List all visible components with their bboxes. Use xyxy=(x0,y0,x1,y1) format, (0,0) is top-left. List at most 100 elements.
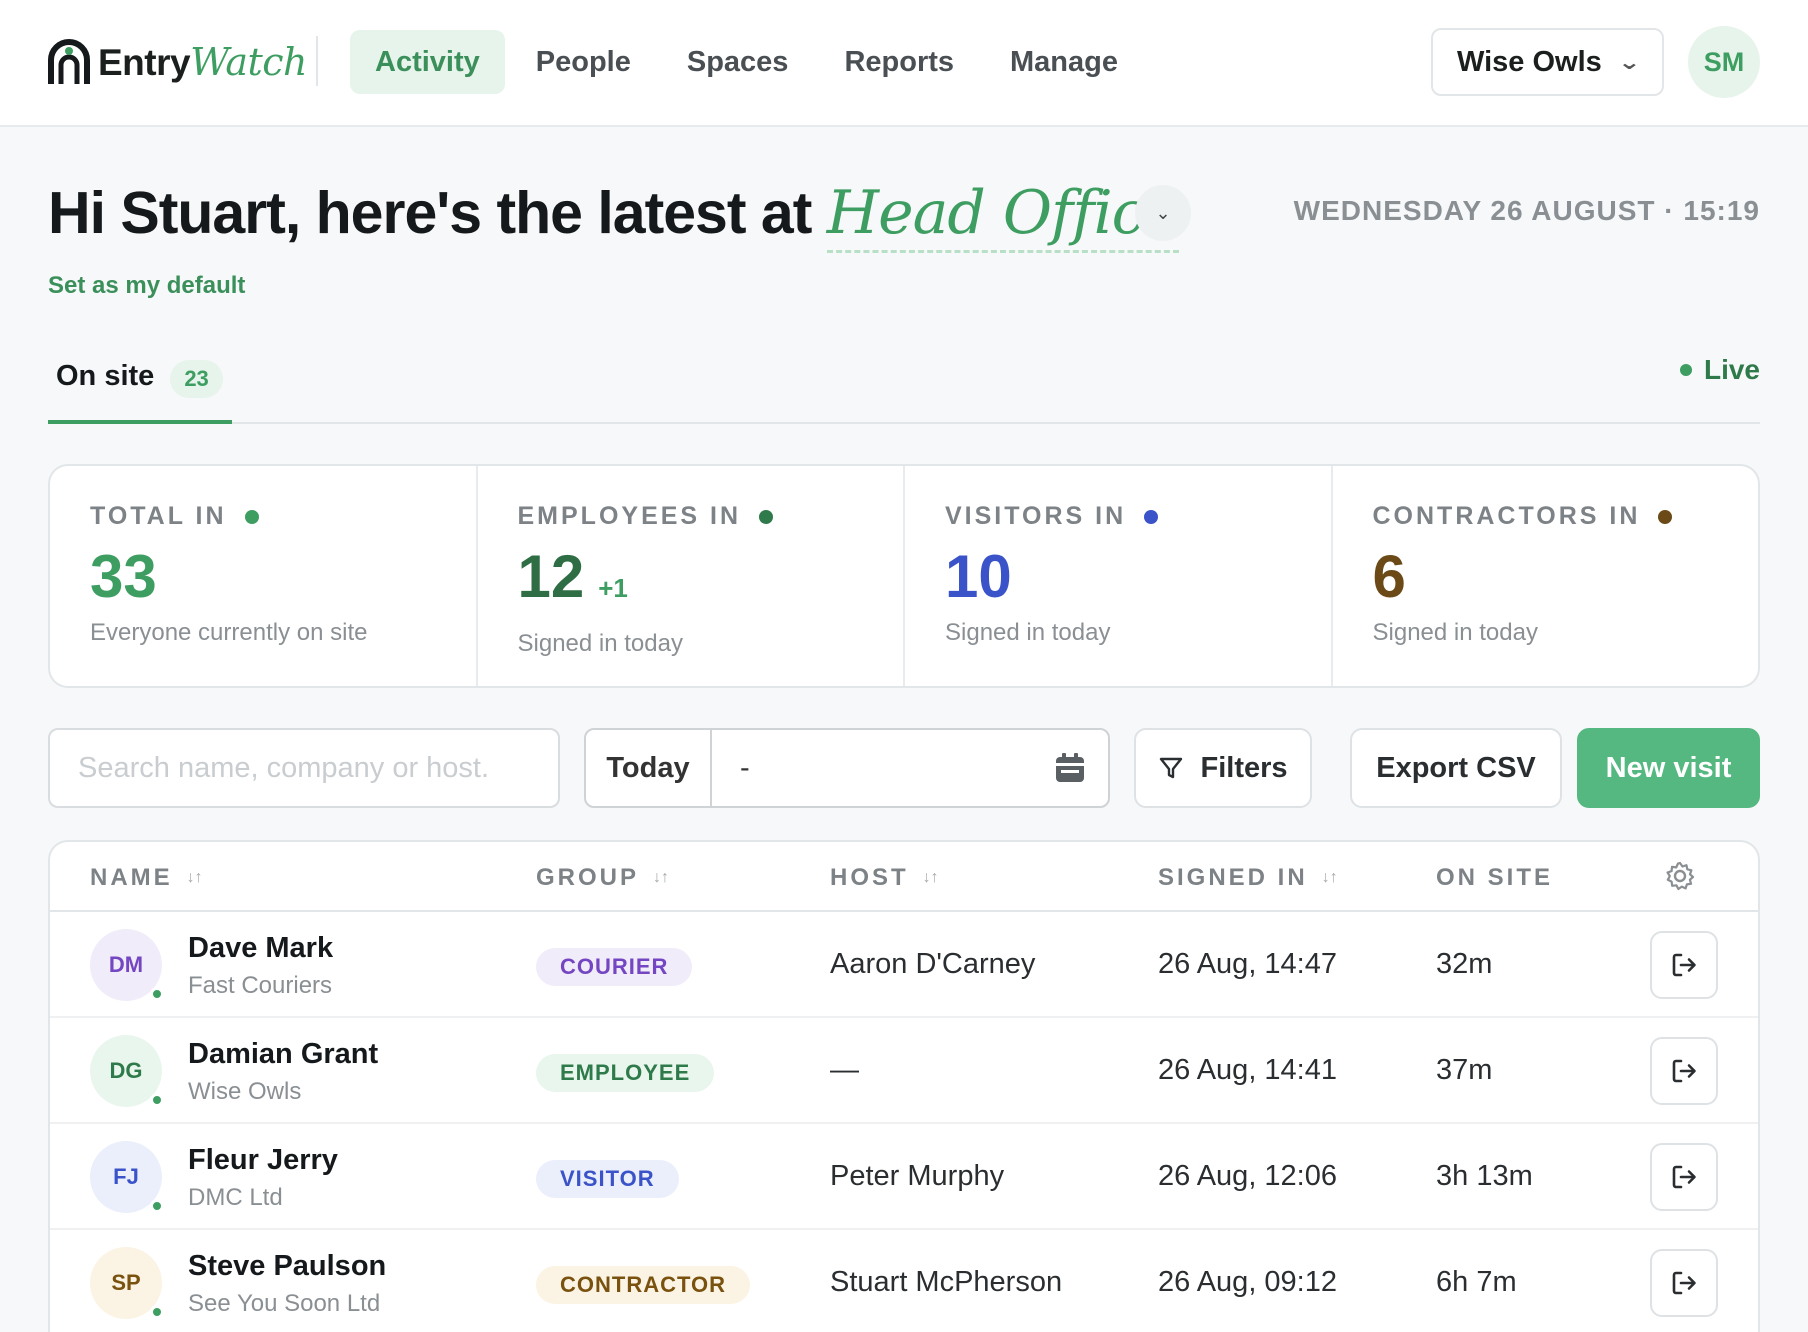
stat-caption: Signed in today xyxy=(1372,619,1538,646)
stat-caption: Everyone currently on site xyxy=(90,619,368,646)
stat-number: 12 xyxy=(517,543,585,610)
filters-button[interactable]: Filters xyxy=(1134,728,1312,808)
sign-out-button[interactable] xyxy=(1650,931,1718,999)
sort-icon: ↓↑ xyxy=(922,869,939,886)
person-company: DMC Ltd xyxy=(188,1184,283,1211)
column-header-on-site: ON SITE xyxy=(1436,864,1553,892)
view-tabs: On site 23 Live xyxy=(48,352,1760,424)
nav-item-manage[interactable]: Manage xyxy=(985,30,1143,94)
sign-out-icon xyxy=(1672,1271,1696,1295)
sign-out-button[interactable] xyxy=(1650,1143,1718,1211)
stat-caption: Signed in today xyxy=(517,630,683,657)
chevron-down-icon: ⌄ xyxy=(1617,51,1642,74)
person-name[interactable]: Damian Grant xyxy=(188,1038,378,1071)
table-body: DM Dave Mark Fast Couriers COURIER Aaron… xyxy=(50,912,1758,1332)
search-input[interactable] xyxy=(48,728,560,808)
signed-in-time: 26 Aug, 14:47 xyxy=(1158,948,1337,980)
host-name: — xyxy=(830,1054,859,1086)
column-header-name[interactable]: NAME ↓↑ xyxy=(90,864,203,892)
sort-icon: ↓↑ xyxy=(186,869,203,886)
chevron-down-icon: ⌄ xyxy=(1155,202,1171,223)
nav-item-activity[interactable]: Activity xyxy=(350,30,505,94)
column-header-host[interactable]: HOST ↓↑ xyxy=(830,864,939,892)
organization-select-value: Wise Owls xyxy=(1457,45,1602,78)
status-dot-icon xyxy=(244,509,259,524)
person-company: Wise Owls xyxy=(188,1078,302,1105)
nav-item-people[interactable]: People xyxy=(511,30,656,94)
column-header-label: GROUP xyxy=(536,864,640,891)
sign-out-icon xyxy=(1672,953,1696,977)
online-status-icon xyxy=(150,987,164,1001)
host-name: Peter Murphy xyxy=(830,1160,1005,1192)
table-row[interactable]: DG Damian Grant Wise Owls EMPLOYEE — 26 … xyxy=(50,1018,1758,1124)
sign-out-icon xyxy=(1672,1165,1696,1189)
stat-number: 33 xyxy=(90,543,157,610)
stat-value: 12 +1 xyxy=(518,545,864,620)
column-header-group[interactable]: GROUP ↓↑ xyxy=(536,864,669,892)
on-site-duration: 3h 13m xyxy=(1436,1160,1533,1192)
online-status-icon xyxy=(150,1093,164,1107)
online-status-icon xyxy=(150,1199,164,1213)
stat-label-text: CONTRACTORS IN xyxy=(1372,502,1641,530)
calendar-icon xyxy=(1056,753,1084,782)
group-badge: COURIER xyxy=(536,948,693,986)
date-input[interactable]: - xyxy=(712,730,1108,806)
person-company: Fast Couriers xyxy=(188,972,333,999)
sort-icon: ↓↑ xyxy=(1321,869,1338,886)
column-header-label: ON SITE xyxy=(1436,864,1554,891)
column-header-label: SIGNED IN xyxy=(1158,864,1308,891)
table-row[interactable]: SP Steve Paulson See You Soon Ltd CONTRA… xyxy=(50,1230,1758,1332)
filters-button-label: Filters xyxy=(1200,751,1288,784)
on-site-duration: 32m xyxy=(1436,948,1493,980)
stat-contractors-in: CONTRACTORS IN 6 Signed in today xyxy=(1333,466,1759,686)
column-header-signed-in[interactable]: SIGNED IN ↓↑ xyxy=(1158,864,1338,892)
tab-on-site[interactable]: On site 23 xyxy=(48,352,232,424)
live-indicator: Live xyxy=(1679,354,1760,386)
stat-number: 6 xyxy=(1372,543,1406,610)
stat-label: VISITORS IN xyxy=(945,502,1291,531)
app-logo[interactable]: EntryWatch xyxy=(46,34,308,90)
stat-label-text: VISITORS IN xyxy=(945,502,1127,530)
nav-item-spaces[interactable]: Spaces xyxy=(662,30,814,94)
page-title: Hi Stuart, here's the latest at Head Off… xyxy=(48,178,1180,253)
stat-label: TOTAL IN xyxy=(90,502,436,531)
status-dot-icon xyxy=(759,509,774,524)
avatar: DM xyxy=(90,929,164,1001)
table-row[interactable]: FJ Fleur Jerry DMC Ltd VISITOR Peter Mur… xyxy=(50,1124,1758,1230)
set-default-link[interactable]: Set as my default xyxy=(48,272,245,300)
location-switch-button[interactable]: ⌄ xyxy=(1135,185,1191,241)
nav-item-reports[interactable]: Reports xyxy=(819,30,979,94)
avatar: FJ xyxy=(90,1141,164,1213)
stat-label-text: EMPLOYEES IN xyxy=(517,502,742,530)
person-name[interactable]: Steve Paulson xyxy=(188,1250,386,1283)
app-name: EntryWatch xyxy=(98,40,308,84)
top-navigation-bar: EntryWatch Activity People Spaces Report… xyxy=(0,0,1808,127)
table-row[interactable]: DM Dave Mark Fast Couriers COURIER Aaron… xyxy=(50,912,1758,1018)
avatar: DG xyxy=(90,1035,164,1107)
new-visit-button[interactable]: New visit xyxy=(1577,728,1760,808)
sign-out-button[interactable] xyxy=(1650,1037,1718,1105)
avatar-initials: SP xyxy=(111,1270,141,1295)
status-dot-icon xyxy=(1144,509,1159,524)
main-nav: Activity People Spaces Reports Manage xyxy=(350,30,1149,94)
group-badge: EMPLOYEE xyxy=(536,1054,715,1092)
status-dot-icon xyxy=(1658,509,1673,524)
sign-out-icon xyxy=(1672,1059,1696,1083)
person-company: See You Soon Ltd xyxy=(188,1290,381,1317)
host-name: Aaron D'Carney xyxy=(830,948,1036,980)
stat-label: EMPLOYEES IN xyxy=(518,502,864,531)
location-name[interactable]: Head Office xyxy=(826,178,1180,253)
person-name[interactable]: Dave Mark xyxy=(188,932,333,965)
sign-out-button[interactable] xyxy=(1650,1249,1718,1317)
stat-total-in: TOTAL IN 33 Everyone currently on site xyxy=(50,466,478,686)
avatar-initials: FJ xyxy=(113,1164,139,1189)
gear-icon[interactable] xyxy=(1664,860,1696,892)
organization-select[interactable]: Wise Owls ⌄ xyxy=(1431,28,1664,96)
current-datetime: WEDNESDAY 26 AUGUST · 15:19 xyxy=(1293,195,1760,226)
group-badge: VISITOR xyxy=(536,1160,679,1198)
stat-employees-in: EMPLOYEES IN 12 +1 Signed in today xyxy=(478,466,905,686)
person-name[interactable]: Fleur Jerry xyxy=(188,1144,338,1177)
user-avatar[interactable]: SM xyxy=(1688,26,1760,98)
date-preset-select[interactable]: Today xyxy=(586,730,712,806)
export-csv-button[interactable]: Export CSV xyxy=(1350,728,1562,808)
